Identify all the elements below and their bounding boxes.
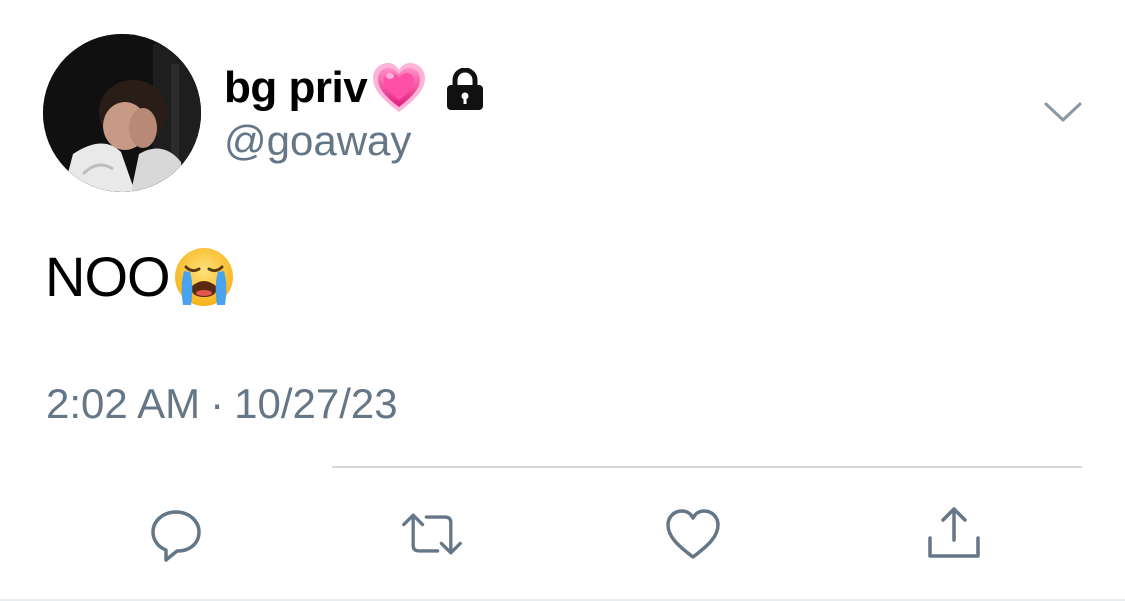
growing-heart-emoji-icon (371, 60, 427, 116)
heart-icon (666, 509, 720, 559)
avatar[interactable] (43, 34, 201, 192)
lock-icon (445, 67, 485, 112)
timestamp-separator: · (210, 380, 225, 427)
retweet-button[interactable] (400, 502, 464, 566)
tweet-time[interactable]: 2:02 AM (46, 380, 200, 427)
display-name[interactable]: bg priv (224, 66, 368, 110)
tweet-text: NOO (45, 245, 236, 309)
share-icon (928, 507, 980, 558)
author-name-row[interactable]: bg priv (224, 60, 485, 116)
reply-button[interactable] (144, 502, 208, 566)
share-button[interactable] (922, 502, 986, 566)
reply-icon (151, 510, 201, 562)
user-handle[interactable]: @goaway (224, 120, 411, 162)
divider (332, 466, 1082, 468)
chevron-down-icon[interactable] (1040, 96, 1086, 128)
tweet-timestamp[interactable]: 2:02 AM · 10/27/23 (46, 383, 398, 425)
tweet-date[interactable]: 10/27/23 (234, 380, 398, 427)
retweet-icon (402, 513, 462, 555)
loudly-crying-face-emoji-icon (172, 245, 236, 309)
tweet-text-label: NOO (45, 245, 171, 308)
action-bar (0, 502, 1125, 566)
profile-photo (43, 34, 201, 192)
like-button[interactable] (661, 502, 725, 566)
